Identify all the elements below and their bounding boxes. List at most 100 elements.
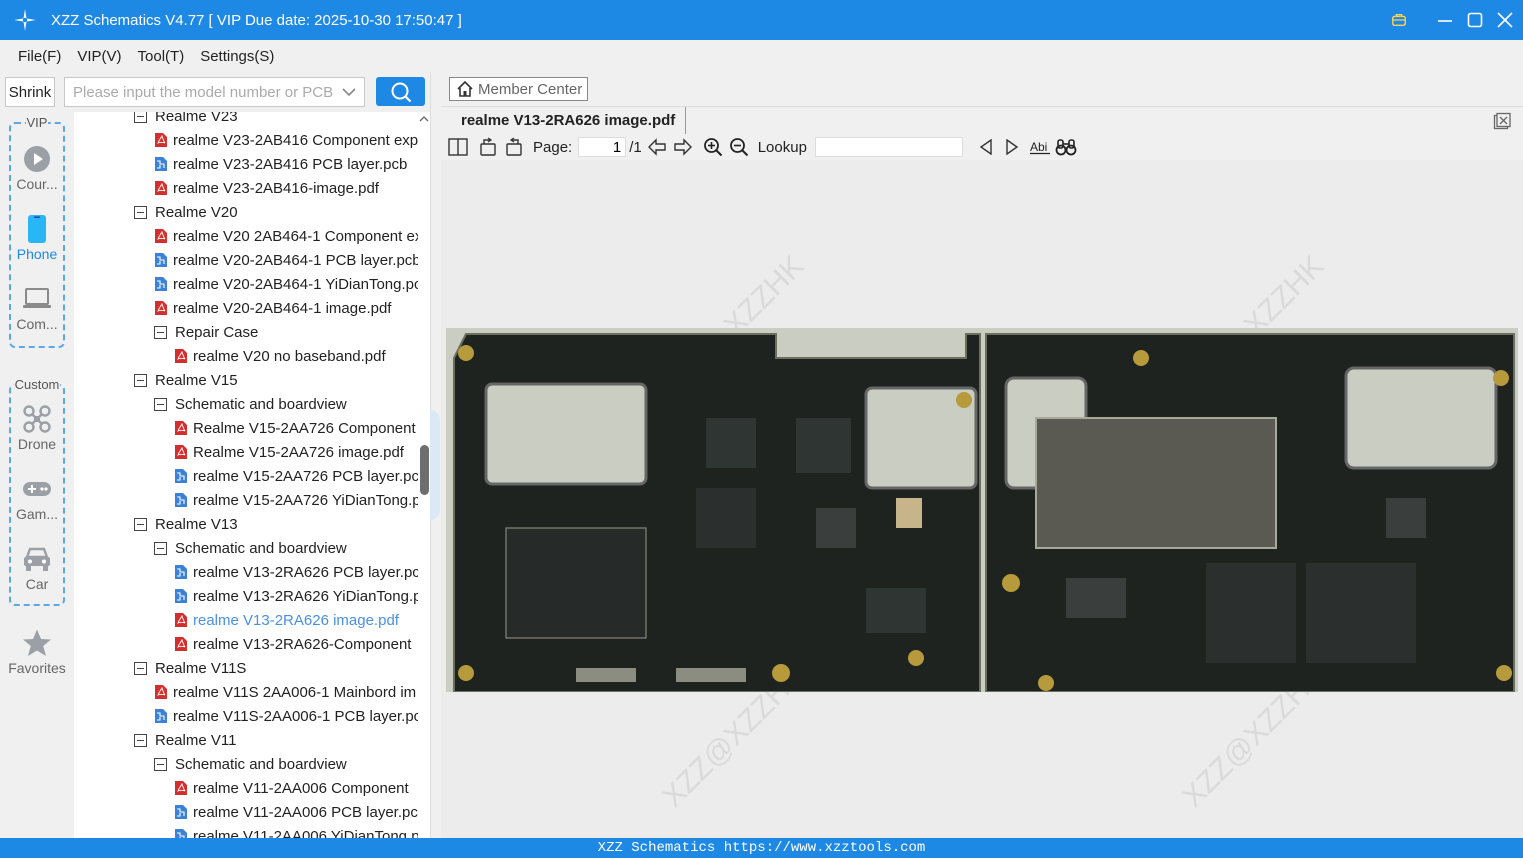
tree-file[interactable]: realme V11S-2AA006-1 PCB layer.pcl — [154, 704, 425, 728]
tree-folder[interactable]: Realme V11S — [134, 656, 246, 680]
svg-text:Abi: Abi — [1030, 140, 1047, 154]
tree-folder[interactable]: Realme V11 — [134, 728, 236, 752]
collapse-toggle-icon[interactable] — [134, 373, 147, 387]
zoom-out-icon[interactable] — [728, 136, 750, 158]
match-case-icon[interactable]: Abi — [1029, 136, 1051, 158]
find-prev-icon[interactable] — [975, 136, 997, 158]
tree-folder[interactable]: Schematic and boardview — [154, 752, 347, 776]
zoom-in-icon[interactable] — [702, 136, 724, 158]
rail-item-car[interactable]: Car — [0, 544, 74, 592]
tree-folder[interactable]: Schematic and boardview — [154, 392, 347, 416]
rail-item-game[interactable]: Gam... — [0, 474, 74, 522]
rail-item-courses[interactable]: Cour... — [0, 144, 74, 192]
tree-file[interactable]: realme V13-2RA626-Component — [174, 632, 411, 656]
menu-file[interactable]: File(F) — [18, 48, 61, 65]
tree-file[interactable]: Realme V15-2AA726 image.pdf — [174, 440, 404, 464]
collapse-toggle-icon[interactable] — [134, 661, 147, 675]
tree-file[interactable]: realme V23-2AB416 Component exp — [154, 128, 418, 152]
scroll-up-icon[interactable] — [419, 114, 429, 124]
tree-file[interactable]: realme V11-2AA006 YiDianTong.p — [174, 824, 420, 838]
tree-file[interactable]: realme V15-2AA726 YiDianTong.p — [174, 488, 421, 512]
tree-folder[interactable]: Realme V23 — [134, 112, 238, 128]
pdf-viewer[interactable]: XZZ@XZZHK XZZ@XZZHK XZZ@XZZHK XZZ@XZZHK — [441, 160, 1523, 838]
sidebar-toggle-icon[interactable] — [447, 136, 469, 158]
search-icon — [391, 82, 411, 102]
menu-settings[interactable]: Settings(S) — [200, 48, 274, 65]
tree-file[interactable]: realme V11-2AA006 Component — [174, 776, 409, 800]
pcb-file-icon — [175, 469, 187, 483]
collapse-toggle-icon[interactable] — [154, 397, 167, 411]
menu-vip[interactable]: VIP(V) — [77, 48, 121, 65]
next-page-icon[interactable] — [672, 136, 694, 158]
tree-file[interactable]: realme V11S 2AA006-1 Mainbord im — [154, 680, 416, 704]
tree-file[interactable]: realme V13-2RA626 image.pdf — [174, 608, 399, 632]
collapse-toggle-icon[interactable] — [154, 757, 167, 771]
tree-file[interactable]: realme V23-2AB416-image.pdf — [154, 176, 379, 200]
tree-item-label: Repair Case — [175, 323, 259, 341]
collapse-toggle-icon[interactable] — [134, 733, 147, 747]
tree-file[interactable]: realme V13-2RA626 YiDianTong.p — [174, 584, 421, 608]
rail-item-favorites[interactable]: Favorites — [0, 628, 74, 676]
close-tab-icon[interactable] — [1493, 112, 1511, 130]
tree-item-label: realme V11-2AA006 PCB layer.pcb — [193, 803, 427, 821]
collapse-toggle-icon[interactable] — [154, 541, 167, 555]
star-icon — [22, 628, 52, 658]
search-button[interactable] — [376, 77, 425, 106]
tree-folder[interactable]: Repair Case — [154, 320, 258, 344]
tree-folder[interactable]: Realme V13 — [134, 512, 238, 536]
splitter-handle[interactable] — [430, 410, 440, 520]
member-center-button[interactable]: Member Center — [449, 77, 588, 101]
minimize-icon[interactable] — [1437, 12, 1453, 28]
member-center-label: Member Center — [478, 80, 583, 98]
tree-folder[interactable]: Realme V15 — [134, 368, 238, 392]
shrink-button[interactable]: Shrink — [5, 77, 55, 107]
prev-page-icon[interactable] — [646, 136, 668, 158]
tree-item-label: Realme V13 — [155, 515, 238, 533]
tree-folder[interactable]: Realme V20 — [134, 200, 238, 224]
tree-file[interactable]: realme V20-2AB464-1 YiDianTong.pc — [154, 272, 421, 296]
tree-file[interactable]: realme V11-2AA006 PCB layer.pcb — [174, 800, 426, 824]
tree-file[interactable]: realme V20-2AB464-1 image.pdf — [154, 296, 391, 320]
close-icon[interactable] — [1497, 12, 1513, 28]
tree-file[interactable]: realme V23-2AB416 PCB layer.pcb — [154, 152, 407, 176]
tree-item-label: Realme V11S — [155, 659, 247, 677]
tree-item-label: realme V13-2RA626-Component — [193, 635, 412, 653]
document-tab[interactable]: realme V13-2RA626 image.pdf — [451, 107, 687, 134]
find-next-icon[interactable] — [1001, 136, 1023, 158]
pcb-file-icon — [175, 805, 187, 819]
search-input[interactable] — [64, 77, 365, 107]
rotate-right-icon[interactable] — [503, 136, 525, 158]
tree-scroll-thumb[interactable] — [420, 445, 429, 495]
rotate-left-icon[interactable] — [477, 136, 499, 158]
maximize-icon[interactable] — [1467, 12, 1483, 28]
tree-file[interactable]: realme V20 2AB464-1 Component ex — [154, 224, 422, 248]
document-tab-title: realme V13-2RA626 image.pdf — [461, 112, 676, 129]
category-rail: Shrink VIP Cour... Phone Com... Custom D… — [0, 72, 74, 838]
pdf-toolbar: Page: /1 Lookup Abi — [441, 134, 1523, 160]
vip-bag-icon[interactable] — [1391, 12, 1407, 28]
tree-file[interactable]: realme V20-2AB464-1 PCB layer.pcb — [154, 248, 421, 272]
tree-folder[interactable]: Schematic and boardview — [154, 536, 347, 560]
custom-group-label: Custom — [13, 377, 61, 392]
page-number-input[interactable] — [578, 137, 627, 157]
rail-item-drone[interactable]: Drone — [0, 404, 74, 452]
tree-file[interactable]: realme V15-2AA726 PCB layer.pcb — [174, 464, 427, 488]
menu-bar: File(F) VIP(V) Tool(T) Settings(S) — [0, 40, 1523, 72]
pdf-file-icon — [175, 613, 187, 627]
tree-file[interactable]: realme V13-2RA626 PCB layer.pcb — [174, 560, 428, 584]
tree-file[interactable]: realme V20 no baseband.pdf — [174, 344, 386, 368]
pcb-file-icon — [175, 565, 187, 579]
chevron-down-icon[interactable] — [340, 83, 358, 101]
collapse-toggle-icon[interactable] — [134, 112, 147, 123]
lookup-input[interactable] — [814, 137, 963, 157]
collapse-toggle-icon[interactable] — [134, 205, 147, 219]
rail-item-phone[interactable]: Phone — [0, 214, 74, 262]
collapse-toggle-icon[interactable] — [154, 325, 167, 339]
tree-file[interactable]: Realme V15-2AA726 Component — [174, 416, 416, 440]
tree-item-label: Schematic and boardview — [175, 539, 347, 557]
binoculars-icon[interactable] — [1055, 136, 1077, 158]
pcb-file-icon — [155, 253, 167, 267]
collapse-toggle-icon[interactable] — [134, 517, 147, 531]
rail-item-computer[interactable]: Com... — [0, 284, 74, 332]
menu-tool[interactable]: Tool(T) — [138, 48, 185, 65]
